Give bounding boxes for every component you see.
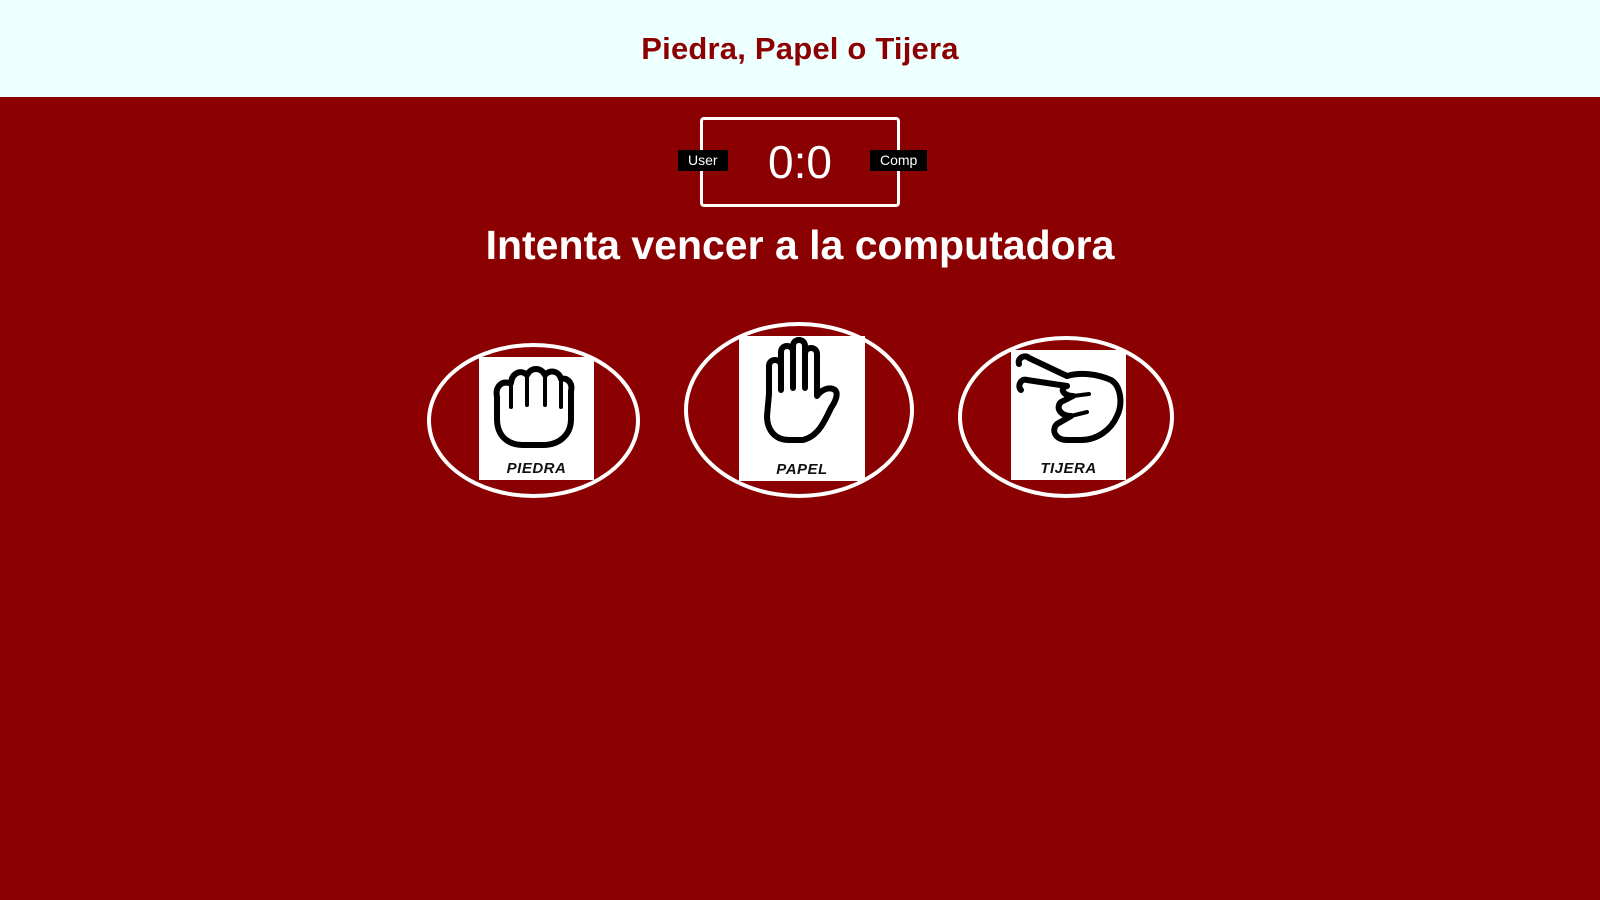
comp-badge: Comp: [870, 150, 928, 171]
header: Piedra, Papel o Tijera: [0, 0, 1600, 97]
choice-piedra-button[interactable]: PIEDRA: [427, 343, 640, 498]
user-badge: User: [678, 150, 728, 171]
piedra-card: PIEDRA: [479, 357, 594, 480]
fist-icon: [493, 366, 575, 448]
papel-label: PAPEL: [776, 461, 828, 478]
result-message: Intenta vencer a la computadora: [485, 222, 1115, 268]
choice-tijera-button[interactable]: TIJERA: [958, 336, 1174, 498]
choice-papel-button[interactable]: PAPEL: [684, 322, 914, 498]
scissors-hand-icon: [1015, 353, 1124, 443]
score-display: 0:0: [768, 136, 832, 188]
papel-card: PAPEL: [739, 336, 865, 481]
piedra-label: PIEDRA: [506, 460, 567, 477]
tijera-label: TIJERA: [1040, 460, 1097, 477]
open-hand-icon: [764, 337, 840, 443]
page-title: Piedra, Papel o Tijera: [641, 30, 959, 66]
tijera-card: TIJERA: [1011, 350, 1126, 480]
